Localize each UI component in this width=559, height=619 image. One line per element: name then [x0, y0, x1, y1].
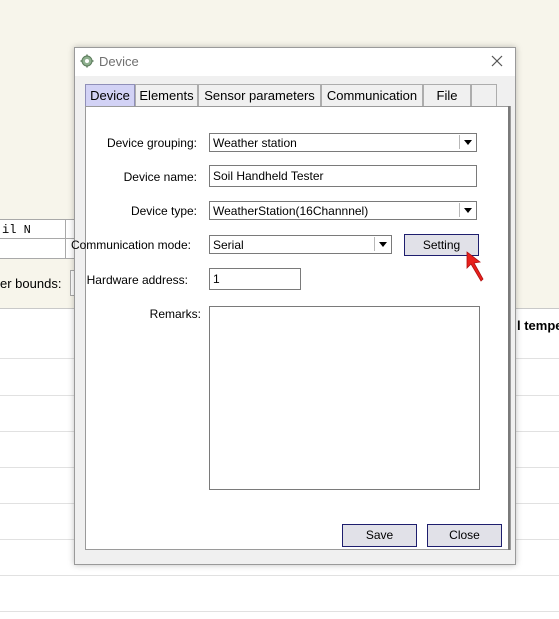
device-tab-panel: Device grouping: Weather station Device … — [71, 106, 511, 550]
chevron-down-icon[interactable] — [459, 203, 475, 217]
tab-sensor-parameters[interactable]: Sensor parameters — [198, 84, 321, 106]
table-row-divider — [0, 611, 559, 612]
chevron-down-icon[interactable] — [459, 135, 475, 149]
bounds-label: er bounds: — [0, 276, 62, 291]
tab-communication[interactable]: Communication — [321, 84, 423, 106]
device-name-label: Device name: — [123, 170, 197, 184]
device-grouping-label: Device grouping: — [106, 136, 197, 150]
panel-edge — [508, 106, 510, 550]
table-header-cell: il N — [0, 219, 66, 239]
device-dialog: Device Device Elements Sensor parameters… — [71, 47, 516, 565]
gear-icon — [80, 54, 94, 68]
device-type-value: WeatherStation(16Channnel) — [213, 204, 369, 218]
hardware-address-input[interactable]: 1 — [209, 268, 301, 290]
remarks-label: Remarks: — [149, 307, 201, 321]
device-name-input[interactable]: Soil Handheld Tester — [209, 165, 477, 187]
tab-strip-end — [471, 84, 497, 106]
save-button[interactable]: Save — [342, 524, 417, 547]
device-type-select[interactable]: WeatherStation(16Channnel) — [209, 201, 477, 220]
remarks-textarea[interactable] — [209, 306, 480, 490]
close-button[interactable]: Close — [427, 524, 502, 547]
hardware-address-label: Hardware address: — [86, 273, 188, 287]
device-type-label: Device type: — [130, 204, 197, 218]
dialog-titlebar[interactable]: Device — [75, 48, 515, 76]
column-header-temperature: l tempe — [517, 318, 559, 333]
pointer-arrow-icon — [466, 251, 484, 282]
tab-elements[interactable]: Elements — [135, 84, 198, 106]
device-grouping-value: Weather station — [213, 136, 297, 150]
communication-mode-select[interactable]: Serial — [209, 235, 392, 254]
close-icon[interactable] — [489, 53, 505, 69]
communication-mode-value: Serial — [213, 238, 244, 252]
chevron-down-icon[interactable] — [374, 237, 390, 251]
table-cell[interactable] — [0, 239, 66, 259]
tab-file[interactable]: File — [423, 84, 471, 106]
device-grouping-select[interactable]: Weather station — [209, 133, 477, 152]
table-row-divider — [0, 575, 559, 576]
dialog-title: Device — [99, 54, 139, 69]
tab-device[interactable]: Device — [85, 84, 135, 106]
communication-mode-label: Communication mode: — [70, 238, 191, 252]
